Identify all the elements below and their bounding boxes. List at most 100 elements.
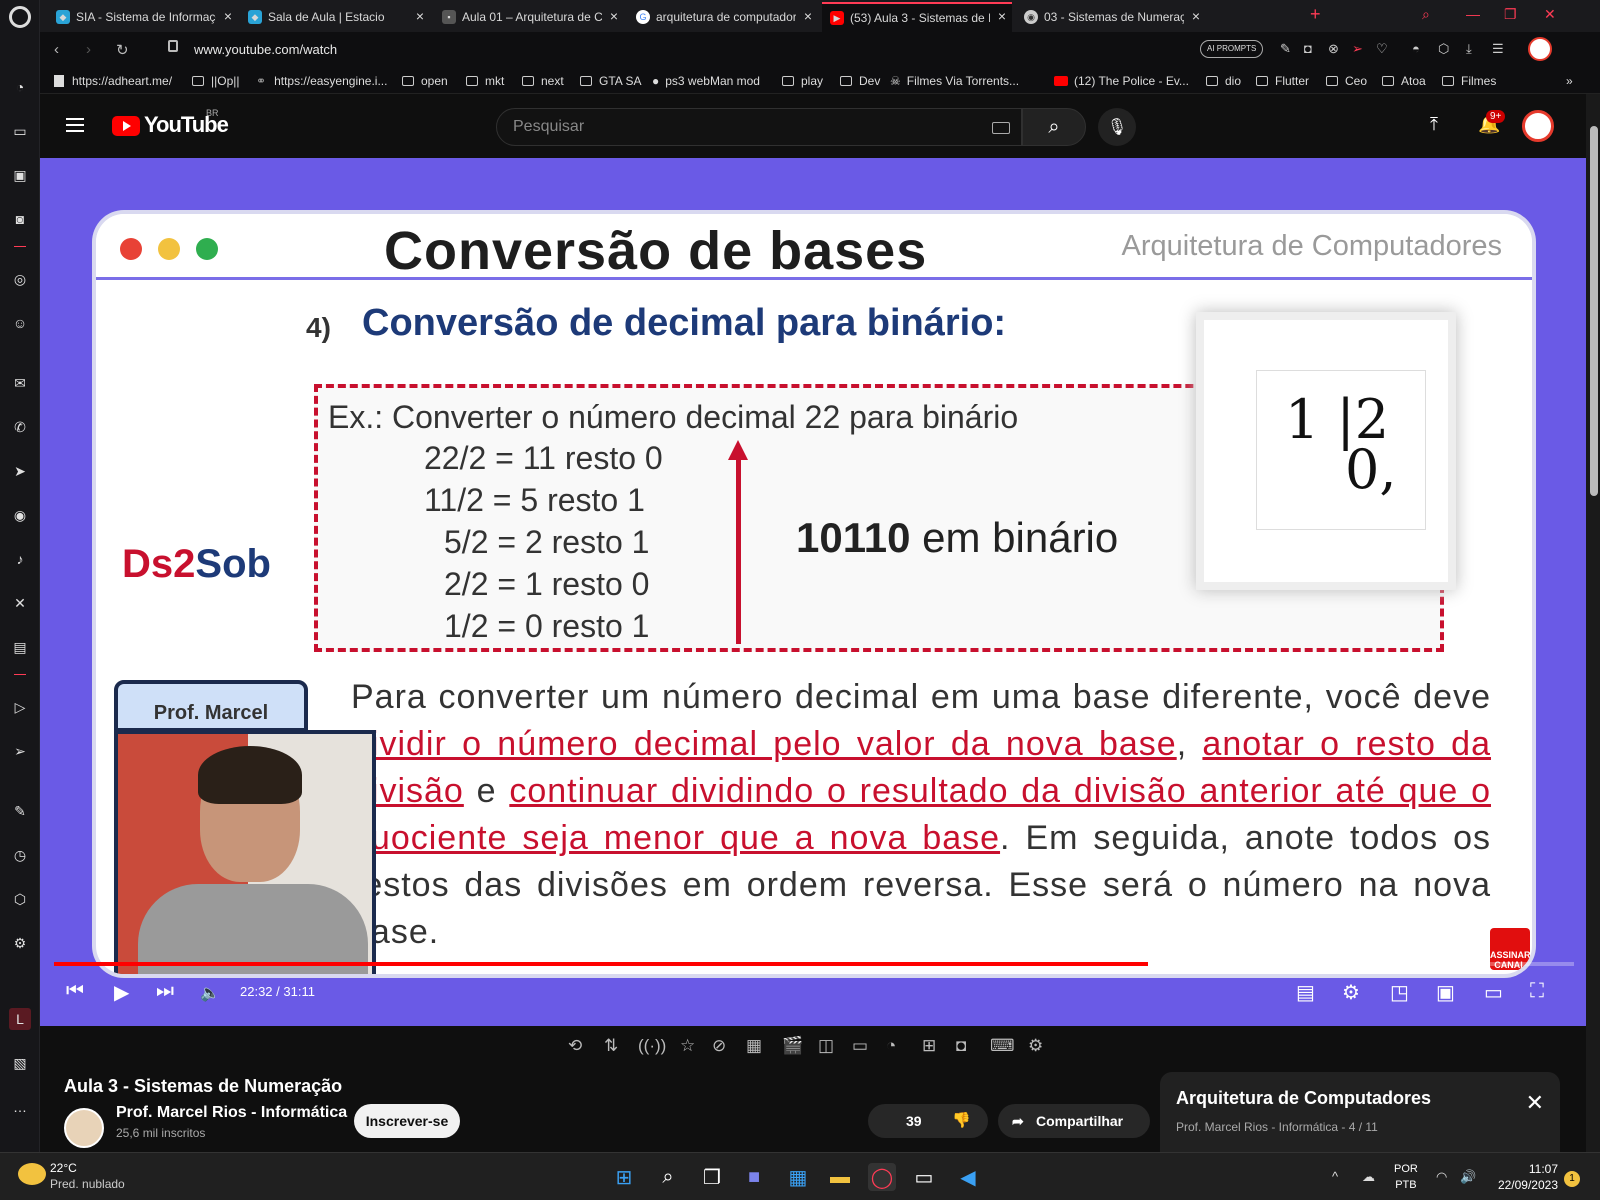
next-icon[interactable]: ⏭	[156, 980, 174, 1003]
chat-icon[interactable]: ▤	[9, 636, 31, 658]
discord-icon[interactable]: ☺	[9, 312, 31, 334]
store-icon[interactable]: ▦	[784, 1163, 812, 1191]
gear-icon[interactable]: ⚙	[1028, 1036, 1043, 1056]
profile-icon[interactable]: L	[9, 1008, 31, 1030]
clapper-icon[interactable]: 🎬	[782, 1036, 803, 1056]
flow-icon[interactable]: ➢	[1352, 41, 1363, 57]
channel-name[interactable]: Prof. Marcel Rios - Informática	[116, 1104, 347, 1122]
keyboard-icon[interactable]: ⌨	[990, 1036, 1015, 1056]
keyboard-icon[interactable]	[992, 122, 1010, 134]
opera-taskbar-icon[interactable]: ◯	[868, 1163, 896, 1191]
bookmark-item[interactable]: play	[782, 74, 823, 88]
cube-icon[interactable]: ⬡	[9, 888, 31, 910]
camera-icon[interactable]: ◘	[956, 1036, 966, 1056]
tiktok-icon[interactable]: ♪	[9, 548, 31, 570]
play-icon[interactable]: ▶	[114, 980, 129, 1005]
briefcase-icon[interactable]: ▭	[9, 120, 31, 142]
minimize-icon[interactable]: —	[1466, 6, 1480, 22]
bookmark-item[interactable]: ● ps3 webMan mod	[652, 74, 760, 88]
maximize-icon[interactable]: ❐	[1504, 6, 1517, 23]
cinema-icon[interactable]: ▦	[746, 1036, 762, 1056]
twitch-icon[interactable]: ▣	[9, 164, 31, 186]
profile-avatar[interactable]	[1528, 37, 1552, 61]
instagram-icon[interactable]: ◉	[9, 504, 31, 526]
tab-close-icon[interactable]: ×	[416, 8, 424, 24]
clock[interactable]: 11:07 22/09/2023	[1494, 1161, 1558, 1193]
bookmark-item[interactable]: Flutter	[1256, 74, 1309, 88]
aria-icon[interactable]: ◙	[9, 208, 31, 230]
messenger-icon[interactable]: ✉	[9, 372, 31, 394]
channel-avatar[interactable]	[64, 1108, 104, 1148]
bookmark-item[interactable]: next	[522, 74, 564, 88]
account-avatar[interactable]	[1522, 110, 1554, 142]
bookmark-item[interactable]: dio	[1206, 74, 1241, 88]
start-icon[interactable]: ⊞	[610, 1163, 638, 1191]
edit-icon[interactable]: ✎	[1280, 41, 1291, 57]
scrollbar-thumb[interactable]	[1590, 126, 1598, 496]
pip-icon[interactable]: ▣	[1436, 980, 1455, 1005]
image-icon[interactable]: ▧	[9, 1052, 31, 1074]
hamburger-menu-icon[interactable]	[66, 118, 84, 132]
tab-close-icon[interactable]: ×	[998, 8, 1006, 24]
tab-estacio[interactable]: ◆ Sala de Aula | Estacio ×	[240, 4, 430, 30]
frame-icon[interactable]: ◫	[818, 1036, 834, 1056]
voice-search-button[interactable]: 🎙	[1098, 108, 1136, 146]
search-button[interactable]: ⌕	[1022, 108, 1086, 146]
edit-icon[interactable]: ✎	[9, 800, 31, 822]
playlist-title[interactable]: Arquitetura de Computadores	[1176, 1088, 1431, 1109]
bookmarks-overflow-icon[interactable]: »	[1566, 74, 1573, 88]
tab-aula01[interactable]: ▪ Aula 01 – Arquitetura de Co ×	[434, 4, 624, 30]
task-view-icon[interactable]: ❐	[698, 1163, 726, 1191]
page-scrollbar[interactable]	[1586, 94, 1600, 1152]
vscode-icon[interactable]: ◀	[954, 1163, 982, 1191]
tab-close-icon[interactable]: ×	[610, 8, 618, 24]
heart-icon[interactable]: ♡	[1376, 41, 1388, 57]
miniplayer-icon[interactable]: ◳	[1390, 980, 1409, 1005]
sort-icon[interactable]: ⇅	[604, 1036, 618, 1056]
ai-prompts-button[interactable]: AI PROMPTS	[1200, 40, 1264, 58]
tab-search-icon[interactable]: ⌕	[1422, 6, 1430, 23]
tab-google[interactable]: Garquitetura de computador ×	[628, 4, 818, 30]
bookmark-item[interactable]: https://adheart.me/	[54, 74, 172, 88]
bookmark-item[interactable]: mkt	[466, 74, 504, 88]
search-icon[interactable]: ⌕	[654, 1163, 682, 1191]
settings-icon[interactable]: ⚙	[9, 932, 31, 954]
audio-icon[interactable]: ((·))	[638, 1036, 666, 1056]
volume-icon[interactable]: 🔈	[200, 983, 220, 1003]
terminal-icon[interactable]: ▭	[910, 1163, 938, 1191]
tab-youtube-active[interactable]: ▶ (53) Aula 3 - Sistemas de N ×	[822, 2, 1012, 32]
theater-mode-icon[interactable]: ▭	[1484, 980, 1503, 1005]
camera-icon[interactable]: ◘	[1304, 41, 1312, 56]
file-explorer-icon[interactable]: ▬	[826, 1163, 854, 1191]
subtitles-icon[interactable]: ▤	[1296, 980, 1315, 1005]
teams-icon[interactable]: ■	[740, 1163, 768, 1191]
share-button[interactable]: ➦ Compartilhar	[998, 1104, 1150, 1138]
notification-count[interactable]: 1	[1564, 1171, 1580, 1187]
upload-icon[interactable]: ⤒	[1430, 114, 1438, 135]
bookmark-item[interactable]: Ceo	[1326, 74, 1367, 88]
star-icon[interactable]: ☆	[680, 1036, 695, 1056]
video-player[interactable]: Conversão de bases Arquitetura de Comput…	[40, 158, 1586, 1026]
screen-icon[interactable]: ▭	[852, 1036, 868, 1056]
instagram-alt-icon[interactable]: ◎	[9, 268, 31, 290]
history-icon[interactable]: ◷	[9, 844, 31, 866]
tab-close-icon[interactable]: ×	[1192, 8, 1200, 24]
download-icon[interactable]: ⤓	[1466, 41, 1472, 57]
speaker-icon[interactable]: 🔊	[1460, 1169, 1476, 1185]
wifi-icon[interactable]: ◠	[1436, 1169, 1447, 1185]
close-icon[interactable]: ✕	[1526, 1090, 1544, 1116]
telegram-icon[interactable]: ➤	[9, 460, 31, 482]
ads-icon[interactable]: ⊘	[712, 1036, 726, 1056]
tab-sia[interactable]: ◆ SIA - Sistema de Informaçõ ×	[48, 4, 238, 30]
bookmark-item[interactable]: ||Op||	[192, 74, 239, 88]
url-field[interactable]: www.youtube.com/watch	[194, 42, 337, 57]
x-icon[interactable]: ✕	[9, 592, 31, 614]
onedrive-icon[interactable]: ☁	[1362, 1169, 1375, 1185]
tab-close-icon[interactable]: ×	[804, 8, 812, 24]
bookmark-item[interactable]: GTA SA	[580, 74, 641, 88]
weather-icon[interactable]	[18, 1163, 46, 1185]
plus-box-icon[interactable]: ⊞	[922, 1036, 936, 1056]
whatsapp-icon[interactable]: ✆	[9, 416, 31, 438]
tab-sistemas-numeracao[interactable]: ◉ 03 - Sistemas de Numeraçã ×	[1016, 4, 1206, 30]
language-indicator[interactable]: POR PTB	[1394, 1161, 1418, 1193]
